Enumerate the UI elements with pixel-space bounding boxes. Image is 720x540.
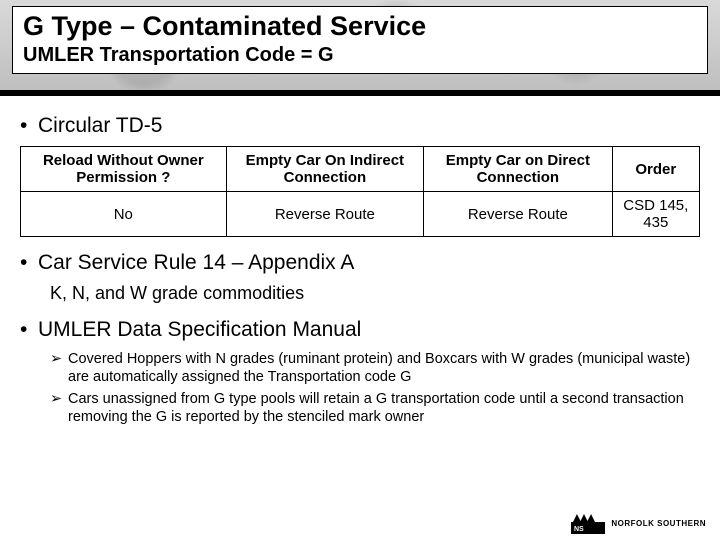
sub-bullet-covered-hoppers: ➢ Covered Hoppers with N grades (ruminan… bbox=[50, 350, 700, 386]
header-divider bbox=[0, 90, 720, 96]
bullet-text: Car Service Rule 14 – Appendix A bbox=[38, 251, 354, 275]
td-indirect: Reverse Route bbox=[226, 192, 423, 237]
bullet-circular: • Circular TD-5 bbox=[20, 114, 700, 138]
td-order: CSD 145, 435 bbox=[612, 192, 699, 237]
td-reload: No bbox=[21, 192, 227, 237]
sub-bullet-unassigned: ➢ Cars unassigned from G type pools will… bbox=[50, 390, 700, 426]
bullet-umler: • UMLER Data Specification Manual bbox=[20, 318, 700, 342]
table-row: No Reverse Route Reverse Route CSD 145, … bbox=[21, 192, 700, 237]
th-indirect: Empty Car On Indirect Connection bbox=[226, 147, 423, 192]
bullet-text: Covered Hoppers with N grades (ruminant … bbox=[68, 350, 700, 386]
arrow-icon: ➢ bbox=[50, 350, 68, 386]
bullet-text: UMLER Data Specification Manual bbox=[38, 318, 361, 342]
bullet-text: Circular TD-5 bbox=[38, 114, 162, 138]
title-block: G Type – Contaminated Service UMLER Tran… bbox=[12, 6, 708, 74]
th-order: Order bbox=[612, 147, 699, 192]
slide-title: G Type – Contaminated Service bbox=[23, 11, 697, 42]
circular-table: Reload Without Owner Permission ? Empty … bbox=[20, 146, 700, 237]
footer: NS NORFOLK SOUTHERN bbox=[571, 512, 706, 534]
th-direct: Empty Car on Direct Connection bbox=[424, 147, 613, 192]
slide: G Type – Contaminated Service UMLER Tran… bbox=[0, 0, 720, 540]
footer-brand: NORFOLK SOUTHERN bbox=[611, 519, 706, 528]
content-area: • Circular TD-5 Reload Without Owner Per… bbox=[20, 108, 700, 431]
arrow-icon: ➢ bbox=[50, 390, 68, 426]
table-header-row: Reload Without Owner Permission ? Empty … bbox=[21, 147, 700, 192]
th-reload: Reload Without Owner Permission ? bbox=[21, 147, 227, 192]
bullet-dot-icon: • bbox=[20, 251, 38, 275]
bullet-rule14: • Car Service Rule 14 – Appendix A bbox=[20, 251, 700, 275]
sub-bullet-commodities: K, N, and W grade commodities bbox=[50, 283, 700, 304]
td-direct: Reverse Route bbox=[424, 192, 613, 237]
slide-subtitle: UMLER Transportation Code = G bbox=[23, 44, 697, 67]
bullet-dot-icon: • bbox=[20, 114, 38, 138]
bullet-text: Cars unassigned from G type pools will r… bbox=[68, 390, 700, 426]
svg-text:NS: NS bbox=[574, 526, 584, 533]
bullet-dot-icon: • bbox=[20, 318, 38, 342]
ns-logo-icon: NS bbox=[571, 512, 605, 534]
